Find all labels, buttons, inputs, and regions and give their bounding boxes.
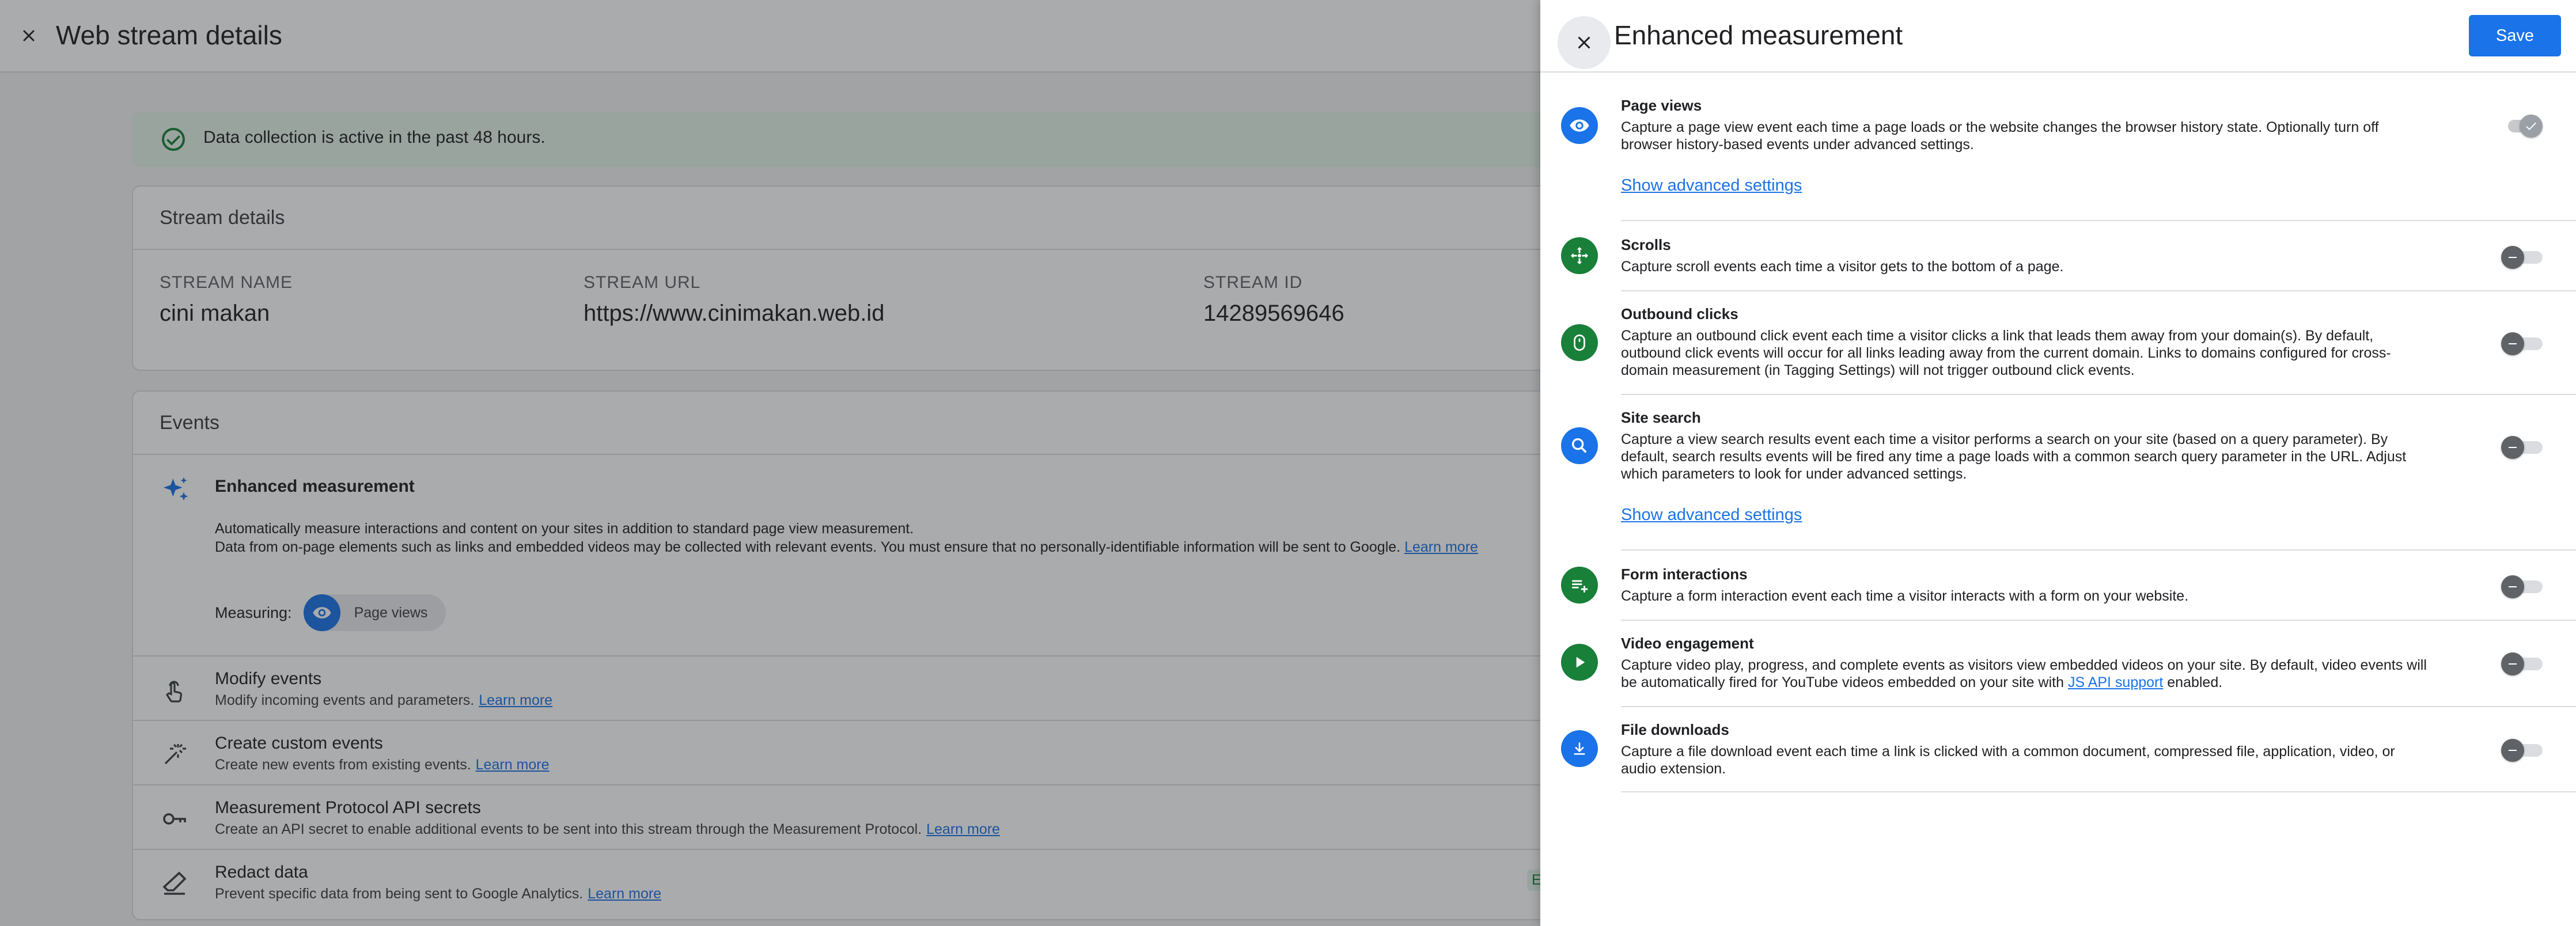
download-icon — [1574, 742, 1585, 755]
file-downloads-toggle[interactable] — [2501, 735, 2543, 765]
toggle-knob — [2501, 652, 2524, 675]
site-search-advanced-link[interactable]: Show advanced settings — [1621, 506, 1802, 525]
enhanced-measurement-panel: Enhanced measurement Save Page views Cap… — [1540, 0, 2576, 926]
video-engagement-icon — [1561, 644, 1598, 681]
divider — [1621, 290, 2576, 291]
move-arrows-icon — [1571, 247, 1588, 264]
page-views-desc: Capture a page view event each time a pa… — [1621, 119, 2379, 153]
toggle-knob — [2501, 332, 2524, 355]
outbound-clicks-desc: Capture an outbound click event each tim… — [1621, 328, 2391, 378]
video-desc-text: Capture video play, progress, and comple… — [1621, 657, 2427, 690]
close-panel-button[interactable] — [1558, 16, 1611, 69]
form-interactions-icon — [1561, 567, 1598, 604]
mouse-icon — [1574, 334, 1585, 351]
scrolls-icon — [1561, 237, 1598, 274]
divider — [1621, 791, 2576, 792]
divider — [1621, 706, 2576, 707]
divider — [1621, 549, 2576, 551]
site-search-desc: Capture a view search results event each… — [1621, 431, 2407, 482]
search-icon — [1571, 438, 1587, 453]
save-button[interactable]: Save — [2469, 15, 2561, 56]
site-search-toggle[interactable] — [2501, 432, 2543, 462]
file-downloads-title: File downloads — [1621, 721, 1729, 738]
outbound-clicks-title: Outbound clicks — [1621, 305, 1738, 322]
outbound-clicks-toggle[interactable] — [2501, 328, 2543, 358]
toggle-knob — [2520, 115, 2543, 138]
video-desc-tail: enabled. — [2167, 674, 2223, 690]
file-downloads-desc: Capture a file download event each time … — [1621, 743, 2395, 777]
minus-icon — [2509, 750, 2517, 751]
panel-title: Enhanced measurement — [1614, 20, 1903, 50]
video-engagement-toggle[interactable] — [2501, 648, 2543, 678]
modal-scrim[interactable] — [0, 0, 1540, 926]
page-views-icon — [1561, 107, 1598, 144]
play-icon — [1576, 656, 1585, 668]
form-interactions-toggle[interactable] — [2501, 571, 2543, 601]
form-interactions-desc: Capture a form interaction event each ti… — [1621, 588, 2189, 604]
file-downloads-icon — [1561, 730, 1598, 767]
js-api-support-link[interactable]: JS API support — [2068, 674, 2163, 690]
minus-icon — [2509, 343, 2517, 344]
eye-icon — [1570, 119, 1589, 132]
divider — [1621, 220, 2576, 221]
scrolls-toggle[interactable] — [2501, 242, 2543, 272]
video-engagement-title: Video engagement — [1621, 635, 1754, 652]
video-engagement-desc: Capture video play, progress, and comple… — [1621, 656, 2427, 691]
scrolls-title: Scrolls — [1621, 236, 1671, 253]
divider — [1621, 394, 2576, 395]
toggle-knob — [2501, 739, 2524, 762]
scrolls-desc: Capture scroll events each time a visito… — [1621, 259, 2064, 275]
site-search-icon — [1561, 427, 1598, 464]
toggle-knob — [2501, 575, 2524, 598]
check-icon — [2526, 122, 2536, 130]
minus-icon — [2509, 663, 2517, 665]
minus-icon — [2509, 586, 2517, 587]
page-views-advanced-link[interactable]: Show advanced settings — [1621, 176, 1802, 195]
minus-icon — [2509, 257, 2517, 258]
page-views-toggle[interactable] — [2501, 111, 2543, 141]
panel-header: Enhanced measurement Save — [1540, 0, 2576, 73]
form-interactions-title: Form interactions — [1621, 566, 1748, 583]
close-icon — [1578, 36, 1590, 49]
toggle-knob — [2501, 246, 2524, 269]
toggle-knob — [2501, 436, 2524, 459]
page-views-title: Page views — [1621, 97, 1702, 114]
outbound-clicks-icon — [1561, 324, 1598, 361]
divider — [1621, 620, 2576, 621]
minus-icon — [2509, 447, 2517, 448]
site-search-title: Site search — [1621, 409, 1701, 426]
playlist-add-icon — [1572, 580, 1588, 593]
